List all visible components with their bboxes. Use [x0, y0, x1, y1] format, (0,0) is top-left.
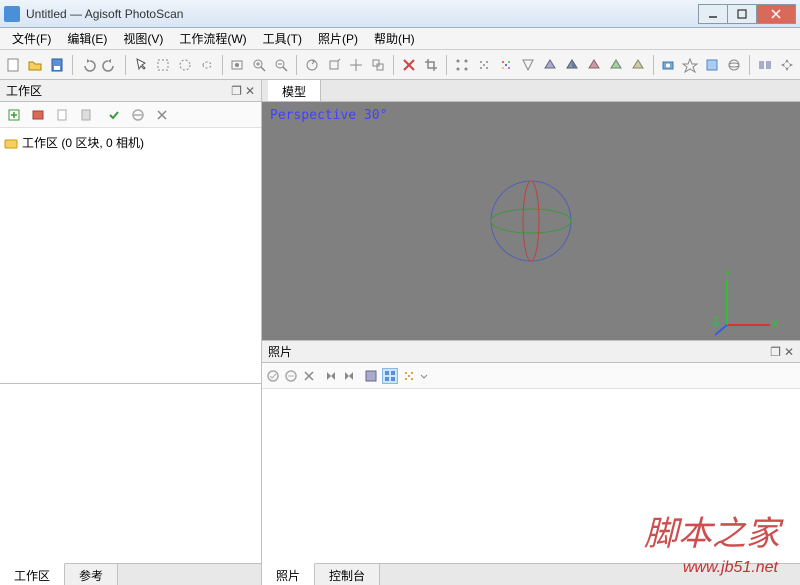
left-tabbar: 工作区 参考: [0, 563, 261, 585]
tab-workspace[interactable]: 工作区: [0, 563, 65, 585]
window-titlebar: Untitled — Agisoft PhotoScan: [0, 0, 800, 28]
rotate-left-icon[interactable]: [342, 369, 356, 383]
add-photos-icon[interactable]: [28, 105, 48, 125]
show-aligned-icon[interactable]: [756, 54, 774, 76]
enable-photo-icon[interactable]: [266, 369, 280, 383]
chunk-icon: [4, 136, 18, 150]
view-details-icon[interactable]: [382, 368, 398, 384]
axis-gizmo: X Y Z: [712, 270, 782, 340]
rotate-right-icon[interactable]: [324, 369, 338, 383]
menu-help[interactable]: 帮助(H): [366, 28, 423, 49]
photos-close-icon[interactable]: ✕: [784, 345, 794, 359]
disable-photo-icon[interactable]: [284, 369, 298, 383]
menu-tools[interactable]: 工具(T): [255, 28, 310, 49]
remove-photo-icon[interactable]: [302, 369, 316, 383]
points-icon[interactable]: [453, 54, 471, 76]
watermark-url: www.jb51.net: [683, 559, 778, 577]
textured2-icon[interactable]: [629, 54, 647, 76]
model-viewport[interactable]: Perspective 30° X Y Z: [262, 102, 800, 340]
redo-icon[interactable]: [101, 54, 119, 76]
window-title: Untitled — Agisoft PhotoScan: [26, 7, 699, 21]
crop-icon[interactable]: [422, 54, 440, 76]
free-select-icon[interactable]: [198, 54, 216, 76]
menu-photo[interactable]: 照片(P): [310, 28, 366, 49]
rotate-object-icon[interactable]: [303, 54, 321, 76]
reset-align-icon[interactable]: [364, 369, 378, 383]
view-dropdown-icon[interactable]: [420, 369, 428, 383]
menu-view[interactable]: 视图(V): [115, 28, 171, 49]
maximize-button[interactable]: [727, 4, 757, 24]
main-toolbar: [0, 50, 800, 80]
rect-select-icon[interactable]: [154, 54, 172, 76]
photos-content[interactable]: [262, 389, 800, 563]
view-small-icon[interactable]: [402, 369, 416, 383]
region-icon[interactable]: [703, 54, 721, 76]
app-icon: [4, 6, 20, 22]
svg-text:Z: Z: [712, 315, 719, 328]
check-icon[interactable]: [104, 105, 124, 125]
remove-icon[interactable]: [152, 105, 172, 125]
open-icon[interactable]: [26, 54, 44, 76]
tree-root-item[interactable]: 工作区 (0 区块, 0 相机): [4, 132, 257, 153]
cameras-icon[interactable]: [659, 54, 677, 76]
svg-text:X: X: [772, 318, 779, 331]
workspace-undock-icon[interactable]: ❐: [231, 84, 242, 98]
zoom-in-icon[interactable]: [250, 54, 268, 76]
photos-undock-icon[interactable]: ❐: [770, 345, 781, 359]
zoom-out-icon[interactable]: [272, 54, 290, 76]
workspace-panel-header: 工作区 ❐✕: [0, 80, 261, 102]
shaded-icon[interactable]: [563, 54, 581, 76]
circle-select-icon[interactable]: [176, 54, 194, 76]
menu-workflow[interactable]: 工作流程(W): [171, 28, 254, 49]
dense-cloud-icon[interactable]: [475, 54, 493, 76]
workspace-tree[interactable]: 工作区 (0 区块, 0 相机): [0, 128, 261, 383]
tree-root-label: 工作区 (0 区块, 0 相机): [22, 134, 144, 151]
tab-model[interactable]: 模型: [268, 80, 321, 101]
workspace-toolbar: [0, 102, 261, 128]
delete-icon[interactable]: [400, 54, 418, 76]
svg-text:Y: Y: [724, 270, 731, 281]
tab-photos[interactable]: 照片: [262, 563, 315, 585]
menubar: 文件(F) 编辑(E) 视图(V) 工作流程(W) 工具(T) 照片(P) 帮助…: [0, 28, 800, 50]
zoom-reset-icon[interactable]: [228, 54, 246, 76]
rotate-region-icon[interactable]: [325, 54, 343, 76]
solid-icon[interactable]: [541, 54, 559, 76]
workspace-panel-title: 工作区: [6, 82, 42, 99]
tab-console[interactable]: 控制台: [315, 564, 380, 585]
menu-file[interactable]: 文件(F): [4, 28, 59, 49]
undo-icon[interactable]: [79, 54, 97, 76]
markers-icon[interactable]: [681, 54, 699, 76]
minimize-button[interactable]: [698, 4, 728, 24]
navigation-icon[interactable]: [778, 54, 796, 76]
menu-edit[interactable]: 编辑(E): [59, 28, 115, 49]
projection-label: Perspective 30°: [270, 108, 387, 123]
resize-region-icon[interactable]: [369, 54, 387, 76]
trackball-icon[interactable]: [725, 54, 743, 76]
trackball-gizmo: [486, 176, 576, 266]
disable-chunk-icon[interactable]: [76, 105, 96, 125]
move-region-icon[interactable]: [347, 54, 365, 76]
photos-panel-title: 照片: [268, 343, 292, 360]
shaded2-icon[interactable]: [607, 54, 625, 76]
dense-classes-icon[interactable]: [497, 54, 515, 76]
wireframe-icon[interactable]: [519, 54, 537, 76]
pointer-icon[interactable]: [132, 54, 150, 76]
save-icon[interactable]: [48, 54, 66, 76]
textured-icon[interactable]: [585, 54, 603, 76]
tab-reference[interactable]: 参考: [65, 564, 118, 585]
photos-toolbar: [262, 363, 800, 389]
enable-chunk-icon[interactable]: [52, 105, 72, 125]
uncheck-icon[interactable]: [128, 105, 148, 125]
close-button[interactable]: [756, 4, 796, 24]
new-icon[interactable]: [4, 54, 22, 76]
reference-panel: [0, 383, 261, 563]
workspace-close-icon[interactable]: ✕: [245, 84, 255, 98]
add-chunk-icon[interactable]: [4, 105, 24, 125]
photos-panel-header: 照片 ❐✕: [262, 341, 800, 363]
viewport-tabbar: 模型: [262, 80, 800, 102]
